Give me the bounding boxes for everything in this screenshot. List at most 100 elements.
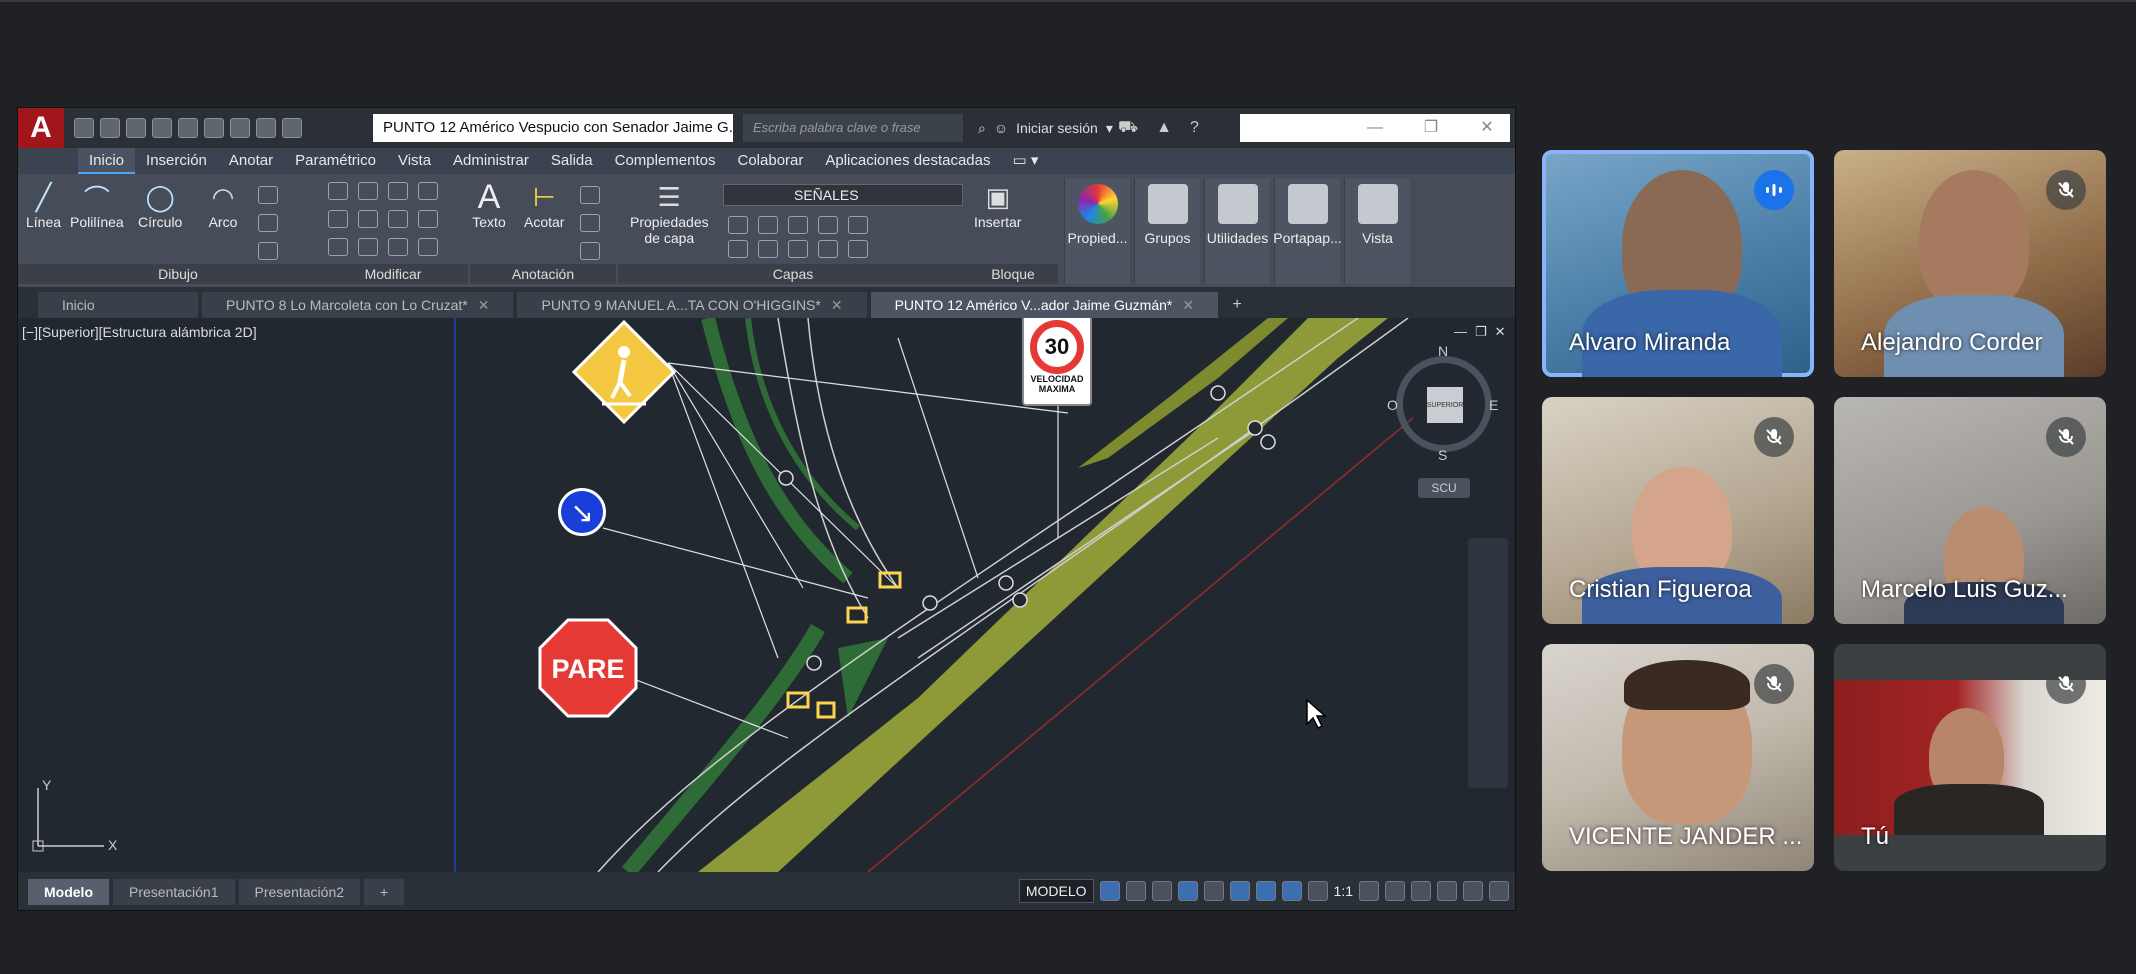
customize-menu-icon[interactable] [1489,881,1509,901]
redo-icon[interactable] [282,118,302,138]
doc-tab-inicio[interactable]: Inicio [38,292,198,318]
stretch-icon[interactable] [328,238,348,256]
panel-capas-title[interactable]: Capas [618,264,968,284]
tab-vista[interactable]: Vista [387,148,442,174]
tab-salida[interactable]: Salida [540,148,604,174]
viewport-close-icon[interactable]: ✕ [1495,324,1506,340]
clipboard-button[interactable]: Portapap... [1273,178,1342,284]
layer-tool-9-icon[interactable] [818,240,838,258]
hardware-icon[interactable] [1437,881,1457,901]
undo-icon[interactable] [256,118,276,138]
settings-gear-icon[interactable] [1359,881,1379,901]
ortho-icon[interactable] [1151,881,1172,901]
layout-tab-presentacion1[interactable]: Presentación1 [113,879,235,905]
viewcube-top[interactable]: SUPERIOR [1427,387,1463,423]
close-tab-icon[interactable]: ✕ [831,297,843,313]
layer-tool-6-icon[interactable] [728,240,748,258]
doc-tab-punto8[interactable]: PUNTO 8 Lo Marcoleta con Lo Cruzat* ✕ [202,292,514,318]
arc-tool[interactable]: ◠ Arco [206,180,240,231]
participant-tile-vicente[interactable]: VICENTE JANDER ... [1542,644,1814,871]
participant-tile-alvaro[interactable]: Alvaro Miranda [1542,150,1814,377]
search-input[interactable]: Escriba palabra clave o frase [743,114,963,142]
properties-button[interactable]: Propied... [1064,178,1130,284]
mirror-icon[interactable] [358,210,378,228]
otrack-icon[interactable] [1229,881,1250,901]
panel-dibujo-title[interactable]: Dibujo [18,264,338,284]
annotation-scale-icon[interactable] [1307,881,1328,901]
new-file-icon[interactable] [74,118,94,138]
scale-icon[interactable] [358,238,378,256]
tab-anotar[interactable]: Anotar [218,148,284,174]
tab-aplicaciones[interactable]: Aplicaciones destacadas [814,148,1001,174]
utilities-button[interactable]: Utilidades [1204,178,1270,284]
trim-icon[interactable] [388,182,408,200]
fullscreen-icon[interactable] [1463,881,1483,901]
open-file-icon[interactable] [100,118,120,138]
compass-south[interactable]: S [1438,447,1447,463]
table-icon[interactable] [580,242,600,260]
viewcube-compass[interactable]: SUPERIOR N S E O [1387,343,1498,463]
participant-tile-self[interactable]: Tú [1834,644,2106,871]
offset-icon[interactable] [418,238,438,256]
explode-icon[interactable] [418,210,438,228]
insert-tool[interactable]: ▣ Insertar [974,180,1021,231]
participant-tile-marcelo[interactable]: Marcelo Luis Guz... [1834,397,2106,624]
tab-parametrico[interactable]: Paramétrico [284,148,387,174]
close-tab-icon[interactable]: ✕ [478,297,490,313]
ucs-menu[interactable]: SCU [1418,478,1470,498]
panel-bloque-title[interactable]: Bloque [968,264,1058,284]
array-icon[interactable] [388,238,408,256]
autocad-logo[interactable]: A [18,108,64,148]
polar-icon[interactable] [1177,881,1198,901]
erase-icon[interactable] [418,182,438,200]
doc-tab-punto9[interactable]: PUNTO 9 MANUEL A...TA CON O'HIGGINS* ✕ [517,292,867,318]
plus-icon[interactable] [1385,881,1405,901]
copy-icon[interactable] [328,210,348,228]
compass-east[interactable]: E [1489,397,1498,413]
layer-tool-5-icon[interactable] [848,216,868,234]
polyline-tool[interactable]: ⌒ Polilínea [70,180,124,231]
close-tab-icon[interactable]: ✕ [1182,297,1194,313]
drawing-canvas[interactable]: [−][Superior][Estructura alámbrica 2D] 3… [18,318,1515,872]
participant-tile-alejandro[interactable]: Alejandro Corder [1834,150,2106,377]
isolate-icon[interactable] [1411,881,1431,901]
tab-colaborar[interactable]: Colaborar [727,148,815,174]
view-button[interactable]: Vista [1344,178,1410,284]
compass-north[interactable]: N [1438,343,1448,359]
print-icon[interactable] [230,118,250,138]
autodesk-icon[interactable]: ▲ [1156,114,1172,142]
layer-tool-8-icon[interactable] [788,240,808,258]
panel-modificar-title[interactable]: Modificar [318,264,468,284]
viewport-minimize-icon[interactable]: — [1454,324,1467,340]
compass-west[interactable]: O [1387,397,1398,413]
tab-administrar[interactable]: Administrar [442,148,540,174]
scale-value[interactable]: 1:1 [1334,883,1353,899]
navigation-bar[interactable] [1468,538,1508,788]
restore-icon[interactable]: ❐ [1403,114,1459,142]
share-icon[interactable] [204,118,224,138]
save-icon[interactable] [126,118,146,138]
circle-tool[interactable]: ◯ Círculo [138,180,182,231]
tab-complementos[interactable]: Complementos [604,148,727,174]
model-space-button[interactable]: MODELO [1018,879,1094,903]
minimize-icon[interactable]: — [1347,114,1403,142]
viewport-maximize-icon[interactable]: ❐ [1475,324,1487,340]
layer-dropdown[interactable]: SEÑALES [723,184,963,206]
osnap-icon[interactable] [1203,881,1224,901]
close-icon[interactable]: ✕ [1459,114,1515,142]
snap-icon[interactable] [1125,881,1146,901]
linear-dim-icon[interactable] [580,186,600,204]
tab-insercion[interactable]: Inserción [135,148,218,174]
tab-inicio[interactable]: Inicio [78,148,136,174]
doc-tab-punto12[interactable]: PUNTO 12 Américo V...ador Jaime Guzmán* ✕ [870,292,1219,318]
grid-icon[interactable] [1099,881,1120,901]
layer-tool-10-icon[interactable] [848,240,868,258]
line-tool[interactable]: ╱ Línea [26,180,61,231]
dimension-tool[interactable]: ⊢ Acotar [524,180,564,231]
lineweight-icon[interactable] [1255,881,1276,901]
rotate-icon[interactable] [358,182,378,200]
rectangle-icon[interactable] [258,186,278,204]
hatch-icon[interactable] [258,242,278,260]
groups-button[interactable]: Grupos [1134,178,1200,284]
layer-tool-3-icon[interactable] [788,216,808,234]
